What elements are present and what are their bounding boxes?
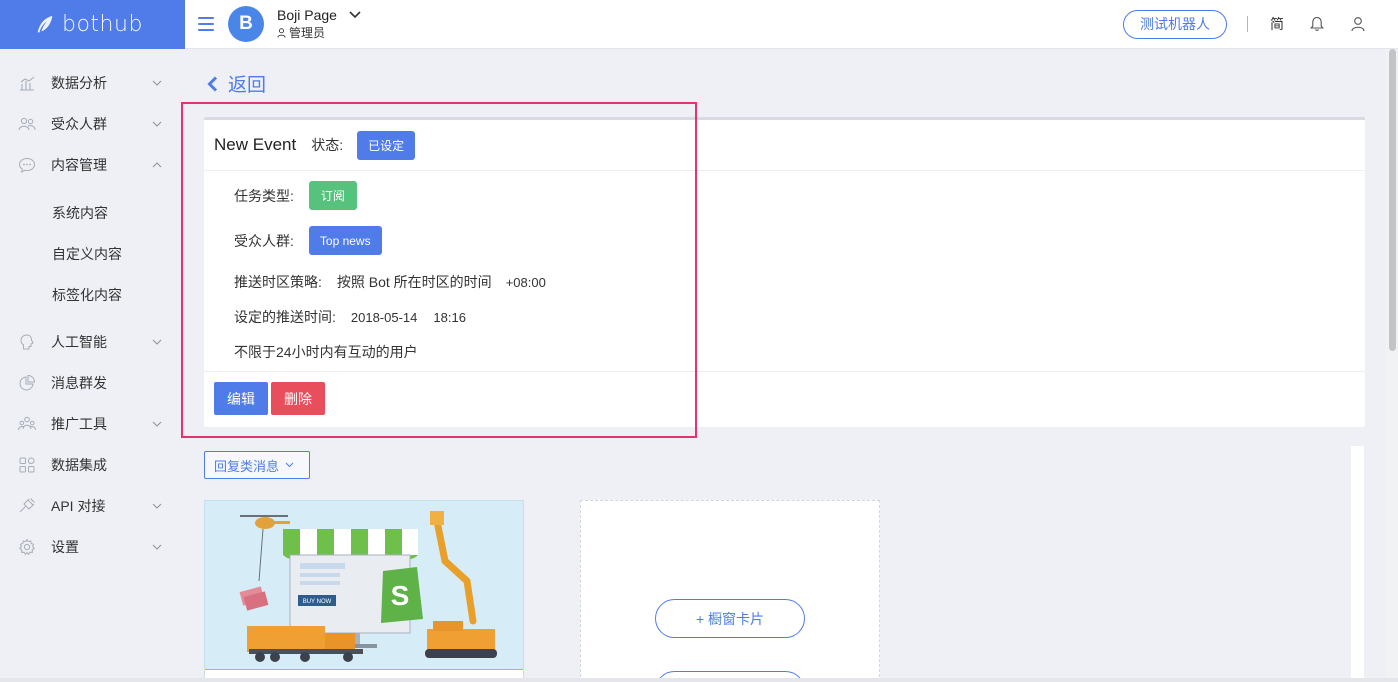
- sidebar-item-content[interactable]: 内容管理: [0, 144, 185, 185]
- sidebar-item-label: 数据集成: [51, 456, 107, 473]
- back-link[interactable]: 返回: [207, 70, 266, 97]
- interaction-note: 不限于24小时内有互动的用户: [234, 344, 418, 360]
- sidebar-item-label: 推广工具: [51, 415, 107, 432]
- sidebar-item-label: 人工智能: [51, 333, 107, 350]
- reply-type-dropdown[interactable]: 回复类消息: [204, 451, 310, 479]
- divider: [1247, 16, 1248, 32]
- add-carousel-button[interactable]: + 橱窗卡片: [655, 599, 805, 638]
- bell-icon[interactable]: [1309, 16, 1325, 32]
- audience-label: 受众人群:: [234, 232, 294, 249]
- users-icon: [18, 117, 36, 130]
- grid-icon: [19, 457, 35, 472]
- feather-icon: [37, 15, 53, 32]
- plug-icon: [19, 497, 35, 512]
- brain-icon: [20, 333, 34, 349]
- buy-now-text: BUY NOW: [303, 599, 332, 605]
- chevron-down-icon: [285, 462, 294, 468]
- reply-type-label: 回复类消息: [214, 458, 280, 474]
- task-type-label: 任务类型:: [234, 187, 294, 204]
- delete-button[interactable]: 删除: [271, 382, 325, 415]
- sidebar-item-ai[interactable]: 人工智能: [0, 321, 185, 362]
- side-panel: [1351, 446, 1364, 682]
- page-name: Boji Page: [277, 7, 337, 23]
- people-group-icon: [18, 416, 36, 430]
- chevron-left-icon: [207, 75, 218, 92]
- sidebar-item-promotion[interactable]: 推广工具: [0, 403, 185, 444]
- sidebar-subitem-custom-content[interactable]: 自定义内容: [52, 244, 122, 264]
- timezone-offset: +08:00: [505, 274, 546, 290]
- schedule-label: 设定的推送时间:: [234, 309, 336, 325]
- top-bar: B Boji Page 管理员 测试机器人 简: [185, 0, 1398, 49]
- edit-button[interactable]: 编辑: [214, 382, 268, 415]
- chevron-down-icon: [152, 421, 162, 427]
- chevron-down-icon: [152, 544, 162, 550]
- timezone-label: 推送时区策略:: [234, 274, 322, 290]
- sidebar-item-integration[interactable]: 数据集成: [0, 444, 185, 485]
- sidebar-item-settings[interactable]: 设置: [0, 526, 185, 567]
- sidebar-subitem-tagged-content[interactable]: 标签化内容: [52, 285, 122, 305]
- user-small-icon: [277, 27, 286, 38]
- gear-icon: [18, 538, 36, 555]
- sidebar-item-label: 数据分析: [51, 74, 107, 91]
- chat-bubble-icon: [18, 157, 36, 173]
- page-scrollbar[interactable]: [1386, 49, 1398, 682]
- chevron-down-icon: [152, 339, 162, 345]
- message-image-card[interactable]: BUY NOW S: [204, 500, 524, 682]
- sidebar-item-label: 设置: [51, 538, 79, 555]
- task-type-badge: 订阅: [308, 181, 357, 210]
- add-card-panel: + 橱窗卡片: [580, 500, 880, 682]
- audience-badge: Top news: [308, 226, 382, 255]
- sidebar-item-broadcast[interactable]: 消息群发: [0, 362, 185, 403]
- sidebar-item-label: 消息群发: [51, 374, 107, 391]
- menu-toggle-icon[interactable]: [198, 17, 214, 31]
- page-avatar[interactable]: B: [228, 6, 264, 42]
- test-bot-button[interactable]: 测试机器人: [1123, 9, 1227, 39]
- back-label: 返回: [228, 75, 267, 96]
- svg-text:S: S: [391, 580, 410, 611]
- app-name: bothub: [62, 12, 143, 37]
- chevron-up-icon: [152, 161, 162, 167]
- sidebar-item-audience[interactable]: 受众人群: [0, 103, 185, 144]
- chevron-down-icon: [152, 121, 162, 127]
- status-badge: 已设定: [357, 130, 416, 160]
- schedule-time: 18:16: [433, 309, 466, 325]
- schedule-date: 2018-05-14: [350, 309, 418, 325]
- pie-icon: [19, 374, 36, 390]
- sidebar-item-label: 受众人群: [51, 115, 107, 132]
- page-switcher[interactable]: Boji Page 管理员: [277, 7, 361, 41]
- sidebar-subitem-system-content[interactable]: 系统内容: [52, 203, 108, 223]
- page-role: 管理员: [289, 26, 326, 40]
- chevron-down-icon: [152, 503, 162, 509]
- app-logo[interactable]: bothub: [0, 0, 185, 49]
- language-switch[interactable]: 简: [1270, 14, 1284, 34]
- status-label: 状态:: [311, 137, 344, 153]
- sidebar-item-label: API 对接: [51, 497, 106, 514]
- sidebar-item-label: 内容管理: [51, 156, 107, 173]
- sidebar-item-api[interactable]: API 对接: [0, 485, 185, 526]
- bottom-edge: [0, 678, 1398, 682]
- timezone-value: 按照 Bot 所在时区的时间: [336, 274, 492, 290]
- event-card: New Event 状态: 已设定 任务类型: 订阅 受众人群: Top new…: [204, 117, 1365, 427]
- chevron-down-icon: [152, 80, 162, 86]
- sidebar: 数据分析 受众人群 内容管理 系统内容 自定义内容 标签化内容 人工智能 消息群…: [0, 49, 185, 682]
- shop-illustration: BUY NOW S: [205, 501, 523, 671]
- user-icon[interactable]: [1350, 16, 1366, 32]
- chart-icon: [20, 76, 35, 91]
- chevron-down-icon[interactable]: [349, 11, 361, 19]
- scrollbar-thumb[interactable]: [1389, 49, 1396, 351]
- sidebar-item-analytics[interactable]: 数据分析: [0, 62, 185, 103]
- event-title: New Event: [214, 135, 297, 154]
